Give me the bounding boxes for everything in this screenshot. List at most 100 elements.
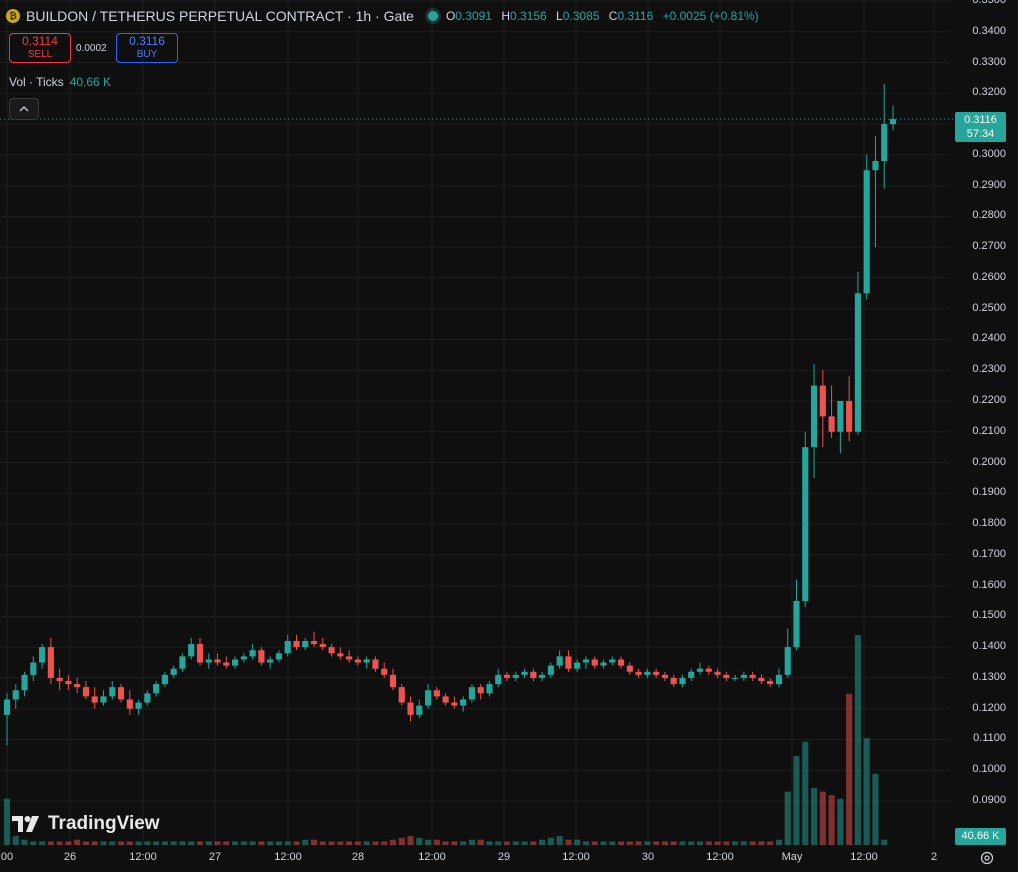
volume-bar xyxy=(56,841,63,845)
price-tick-label: 0.2700 xyxy=(972,240,1006,253)
candle-body xyxy=(47,647,54,678)
price-tick-label: 0.2900 xyxy=(972,178,1006,191)
time-tick-label: 12:00 xyxy=(274,851,302,863)
volume-bar xyxy=(328,841,335,845)
tradingview-logo-icon xyxy=(12,816,39,832)
price-tick-label: 0.3200 xyxy=(972,86,1006,99)
candle-body xyxy=(854,293,861,432)
gear-icon[interactable] xyxy=(980,851,994,865)
candle-body xyxy=(117,687,125,700)
volume-bar xyxy=(837,798,844,845)
volume-bar xyxy=(3,798,11,845)
candle-body xyxy=(161,674,168,685)
candle-body xyxy=(337,653,344,657)
volume-bar xyxy=(451,841,458,845)
volume-bar xyxy=(337,841,344,845)
candle-body xyxy=(451,702,458,706)
price-tick-label: 0.3000 xyxy=(972,147,1006,160)
volume-bar xyxy=(12,836,19,845)
candle-body xyxy=(495,674,502,685)
volume-bar xyxy=(767,841,774,845)
price-chart[interactable] xyxy=(0,0,1018,872)
volume-bar xyxy=(144,841,151,845)
volume-bar xyxy=(670,841,677,845)
buy-price: 0.3116 xyxy=(129,34,165,48)
candle-body xyxy=(679,677,686,685)
price-tick-label: 0.1900 xyxy=(972,486,1006,499)
volume-bar xyxy=(749,841,756,845)
buy-button[interactable]: 0.3116 BUY xyxy=(116,33,178,63)
candle-body xyxy=(65,681,72,685)
candle-body xyxy=(793,601,800,648)
volume-bar xyxy=(881,839,888,845)
volume-bar xyxy=(600,841,607,845)
sell-button[interactable]: 0.3114 SELL xyxy=(9,33,71,63)
candle-body xyxy=(302,641,309,648)
volume-bar xyxy=(179,841,186,845)
brand-name: TradingView xyxy=(48,813,160,834)
price-tick-label: 0.2200 xyxy=(972,394,1006,406)
volume-bar xyxy=(810,788,818,845)
candle-body xyxy=(837,401,844,432)
candle-body xyxy=(460,699,467,706)
candle-body xyxy=(889,119,897,125)
volume-bar xyxy=(714,841,721,845)
volume-indicator-legend[interactable]: Vol · Ticks 40.66 K xyxy=(9,75,111,89)
buy-label: BUY xyxy=(136,49,158,60)
volume-bar xyxy=(39,841,46,845)
volume-bar xyxy=(424,839,432,845)
volume-bar xyxy=(442,841,449,845)
tradingview-logo[interactable]: TradingView xyxy=(12,813,160,835)
volume-bar xyxy=(47,841,54,845)
candle-body xyxy=(424,690,432,706)
volume-bar xyxy=(416,837,423,845)
volume-bar xyxy=(582,841,590,845)
volume-bar xyxy=(512,841,519,845)
price-tick-label: 0.1100 xyxy=(973,732,1006,745)
candle-body xyxy=(372,659,379,669)
candle-body xyxy=(416,705,423,715)
chevron-up-icon[interactable] xyxy=(9,98,39,120)
candle-body xyxy=(784,647,791,675)
volume-bar xyxy=(574,839,581,845)
candle-countdown: 57:34 xyxy=(966,128,995,140)
time-tick-label: 28 xyxy=(351,851,365,863)
candle-body xyxy=(39,647,46,663)
price-tick-label: 0.1700 xyxy=(972,547,1006,560)
candle-body xyxy=(740,674,747,678)
candle-body xyxy=(732,677,739,679)
candle-body xyxy=(328,647,335,654)
volume-bar xyxy=(661,841,668,845)
candle-body xyxy=(617,659,625,666)
sell-label: SELL xyxy=(27,49,53,60)
volume-bar xyxy=(267,841,274,845)
candle-body xyxy=(881,124,888,161)
price-tick-label: 0.0900 xyxy=(972,794,1006,806)
volume-bar xyxy=(644,841,651,845)
candle-body xyxy=(521,671,528,675)
volume-bar xyxy=(775,839,783,845)
volume-bar xyxy=(793,756,800,845)
candle-body xyxy=(670,677,677,685)
candle-body xyxy=(196,644,204,663)
candle-body xyxy=(407,702,414,715)
symbol-title[interactable]: BUILDON / TETHERUS PERPETUAL CONTRACT · … xyxy=(26,8,414,24)
candle-body xyxy=(12,690,19,700)
price-tick-label: 0.2800 xyxy=(972,209,1006,222)
candle-body xyxy=(749,674,756,678)
candle-body xyxy=(354,659,361,663)
sell-price: 0.3114 xyxy=(22,34,58,48)
volume-bar xyxy=(635,841,642,845)
candle-body xyxy=(767,681,774,685)
price-tick-label: 0.1600 xyxy=(972,578,1006,591)
candle-body xyxy=(214,659,221,663)
volume-bar xyxy=(477,839,484,845)
volume-bar xyxy=(679,841,686,845)
volume-bar xyxy=(503,841,511,845)
volume-bar xyxy=(468,839,476,845)
price-tick-label: 0.2400 xyxy=(972,332,1006,345)
candle-body xyxy=(293,641,300,648)
volume-bar xyxy=(65,841,72,845)
volume-bar xyxy=(872,773,879,845)
candle-body xyxy=(714,671,721,675)
